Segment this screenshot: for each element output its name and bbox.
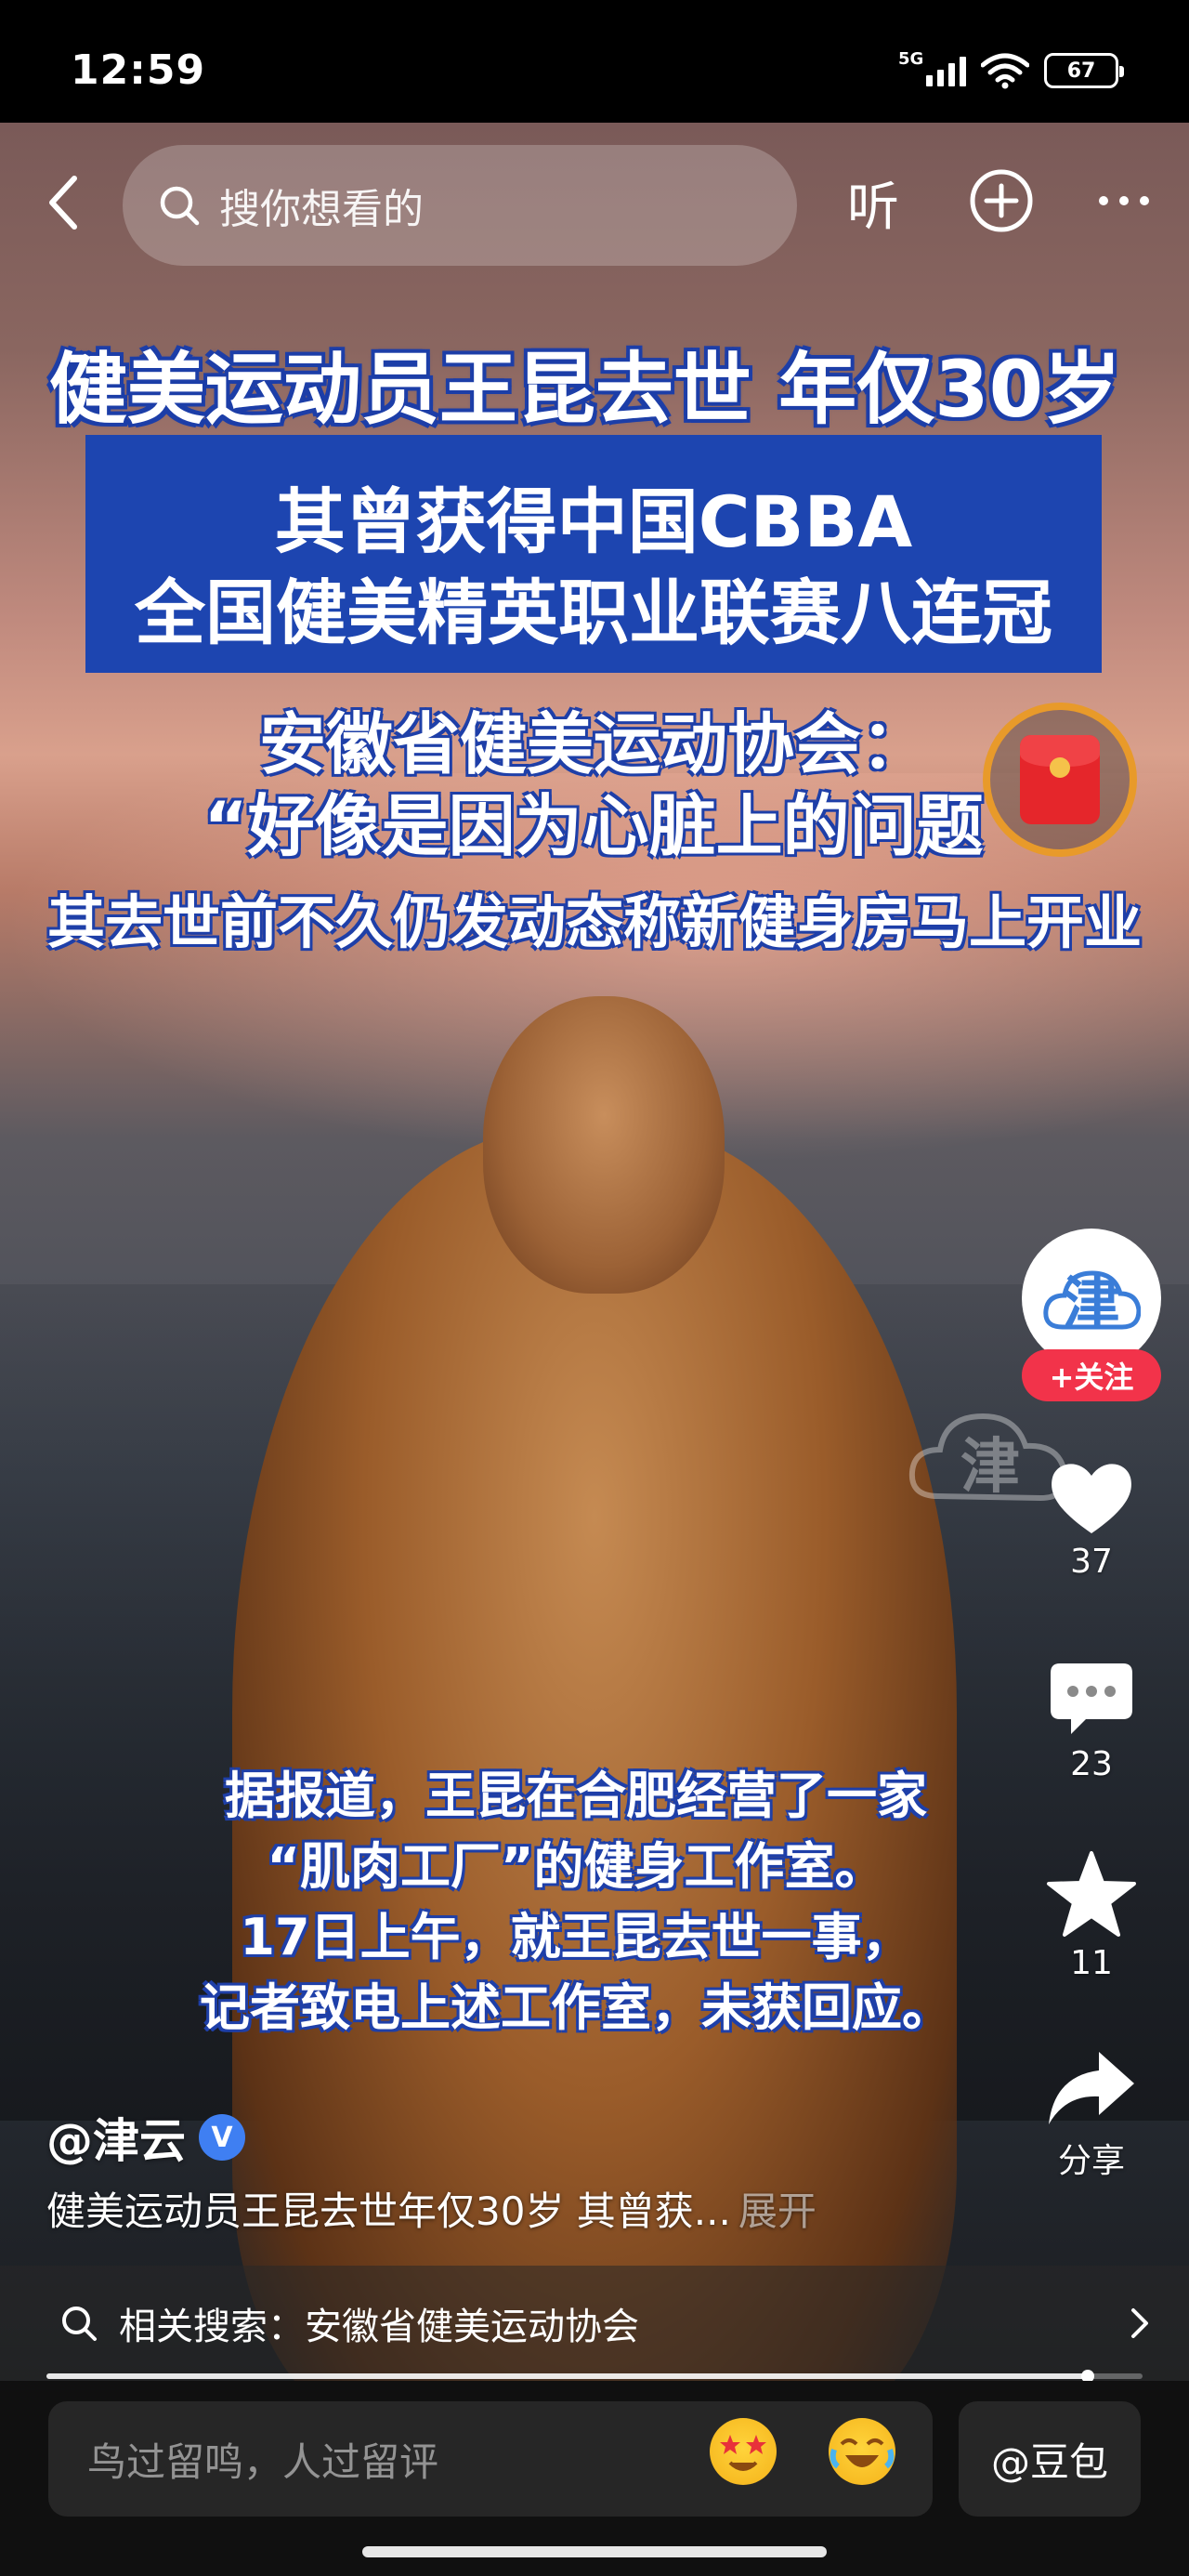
- expand-link[interactable]: 展开: [738, 2188, 817, 2234]
- caption-association-line-2: “好像是因为心脏上的问题: [203, 787, 984, 865]
- search-icon: [160, 186, 200, 226]
- caption-box-line-2: 全国健美精英职业联赛八连冠: [135, 572, 1052, 654]
- red-packet-button[interactable]: [983, 703, 1137, 857]
- status-time: 12:59: [71, 46, 206, 94]
- author-info[interactable]: @津云 V: [46, 2104, 245, 2171]
- related-search-text: 相关搜索：安徽省健美运动协会: [119, 2306, 639, 2348]
- avatar-char: 津: [1062, 1269, 1120, 1337]
- bodybuilder-head: [483, 996, 725, 1294]
- share-button[interactable]: 分享: [1031, 2048, 1152, 2182]
- video-progress-bar[interactable]: [46, 2370, 1143, 2383]
- battery-icon: 67: [1044, 53, 1124, 88]
- follow-button[interactable]: +关注: [1022, 1349, 1161, 1401]
- add-button[interactable]: [966, 165, 1037, 236]
- laughing-emoji[interactable]: [829, 2418, 895, 2485]
- doubao-button[interactable]: @豆包: [959, 2401, 1141, 2517]
- comment-button[interactable]: 23: [1031, 1660, 1152, 1783]
- back-icon: [49, 176, 77, 230]
- progress-fill: [46, 2373, 1088, 2379]
- star-eyes-emoji[interactable]: [710, 2418, 777, 2485]
- caption-box-line-1: 其曾获得中国CBBA: [274, 480, 913, 563]
- more-icon: [1099, 196, 1149, 205]
- back-button[interactable]: [28, 167, 98, 238]
- author-name[interactable]: @津云: [46, 2104, 186, 2171]
- add-icon: [970, 169, 1033, 232]
- battery-level: 67: [1066, 59, 1096, 83]
- caption-gym-line: 其去世前不久仍发动态称新健身房马上开业: [46, 888, 1142, 956]
- star-icon: [1047, 1851, 1136, 1937]
- like-count: 37: [1070, 1543, 1113, 1581]
- favorite-button[interactable]: 11: [1031, 1849, 1152, 1982]
- search-input[interactable]: 搜你想看的: [123, 145, 797, 266]
- status-icons: 5G 67: [898, 49, 1124, 91]
- comment-icon: [1051, 1663, 1132, 1734]
- description-text: 健美运动员王昆去世年仅30岁 其曾获...: [46, 2188, 731, 2234]
- author-avatar[interactable]: 津: [1022, 1229, 1161, 1368]
- network-type: 5G: [898, 49, 924, 69]
- post-description[interactable]: 健美运动员王昆去世年仅30岁 其曾获... 展开: [46, 2180, 817, 2237]
- subtitle-line-4: 记者致电上述工作室，未获回应。: [200, 1978, 952, 2037]
- video-headline: 健美运动员王昆去世 年仅30岁: [48, 344, 1122, 435]
- chevron-right-icon: [1131, 2308, 1148, 2338]
- wifi-icon: [981, 53, 1029, 89]
- subtitle-line-3: 17日上午，就王昆去世一事，: [240, 1908, 912, 1966]
- favorite-count: 11: [1070, 1944, 1113, 1982]
- comment-count: 23: [1070, 1745, 1113, 1783]
- bottom-bar: 鸟过留鸣，人过留评 @豆包: [0, 2381, 1189, 2576]
- subtitle-line-2: “肌肉工厂”的健身工作室。: [267, 1837, 885, 1896]
- top-bar: 搜你想看的 听: [0, 139, 1189, 269]
- share-icon: [1049, 2052, 1134, 2124]
- search-placeholder: 搜你想看的: [219, 186, 424, 233]
- red-packet-icon: [1020, 735, 1100, 824]
- home-indicator[interactable]: [362, 2546, 827, 2557]
- comment-input[interactable]: 鸟过留鸣，人过留评: [48, 2401, 933, 2517]
- listen-button[interactable]: 听: [847, 165, 899, 241]
- like-button[interactable]: 37: [1031, 1457, 1152, 1581]
- subtitle-line-1: 据报道，王昆在合肥经营了一家: [225, 1767, 927, 1825]
- signal-icon: 5G: [898, 49, 966, 86]
- more-button[interactable]: [1089, 165, 1159, 236]
- heart-icon: [1052, 1464, 1131, 1533]
- search-icon: [62, 2307, 97, 2341]
- watermark-char: 津: [960, 1433, 1020, 1502]
- related-search-bar[interactable]: 相关搜索：安徽省健美运动协会: [0, 2266, 1189, 2381]
- verified-icon: V: [199, 2114, 245, 2161]
- share-label: 分享: [1057, 2142, 1125, 2180]
- status-bar: 12:59 5G 67: [0, 0, 1189, 123]
- comment-placeholder: 鸟过留鸣，人过留评: [87, 2438, 439, 2485]
